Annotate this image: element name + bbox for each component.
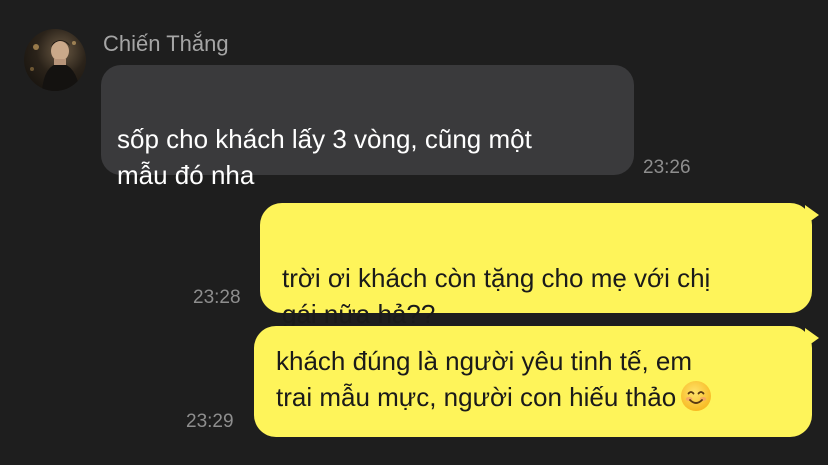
message-timestamp: 23:29 [186, 411, 234, 432]
outgoing-message-bubble[interactable]: khách đúng là người yêu tinh tế, em trai… [254, 326, 812, 437]
sender-name: Chiến Thắng [103, 31, 229, 56]
message-text: khách đúng là người yêu tinh tế, em trai… [276, 346, 693, 412]
message-timestamp: 23:26 [643, 157, 691, 178]
smiling-face-emoji-icon [680, 380, 712, 412]
outgoing-message-bubble[interactable]: trời ơi khách còn tặng cho mẹ với chị gá… [260, 203, 812, 329]
message-text: trời ơi khách còn tặng cho mẹ với chị gá… [282, 263, 711, 329]
incoming-message-bubble[interactable]: sốp cho khách lấy 3 vòng, cũng một mẫu đ… [101, 65, 634, 190]
sender-avatar[interactable] [24, 29, 86, 91]
avatar-photo [30, 40, 80, 91]
message-text: sốp cho khách lấy 3 vòng, cũng một mẫu đ… [117, 124, 532, 190]
message-timestamp: 23:28 [193, 287, 241, 308]
